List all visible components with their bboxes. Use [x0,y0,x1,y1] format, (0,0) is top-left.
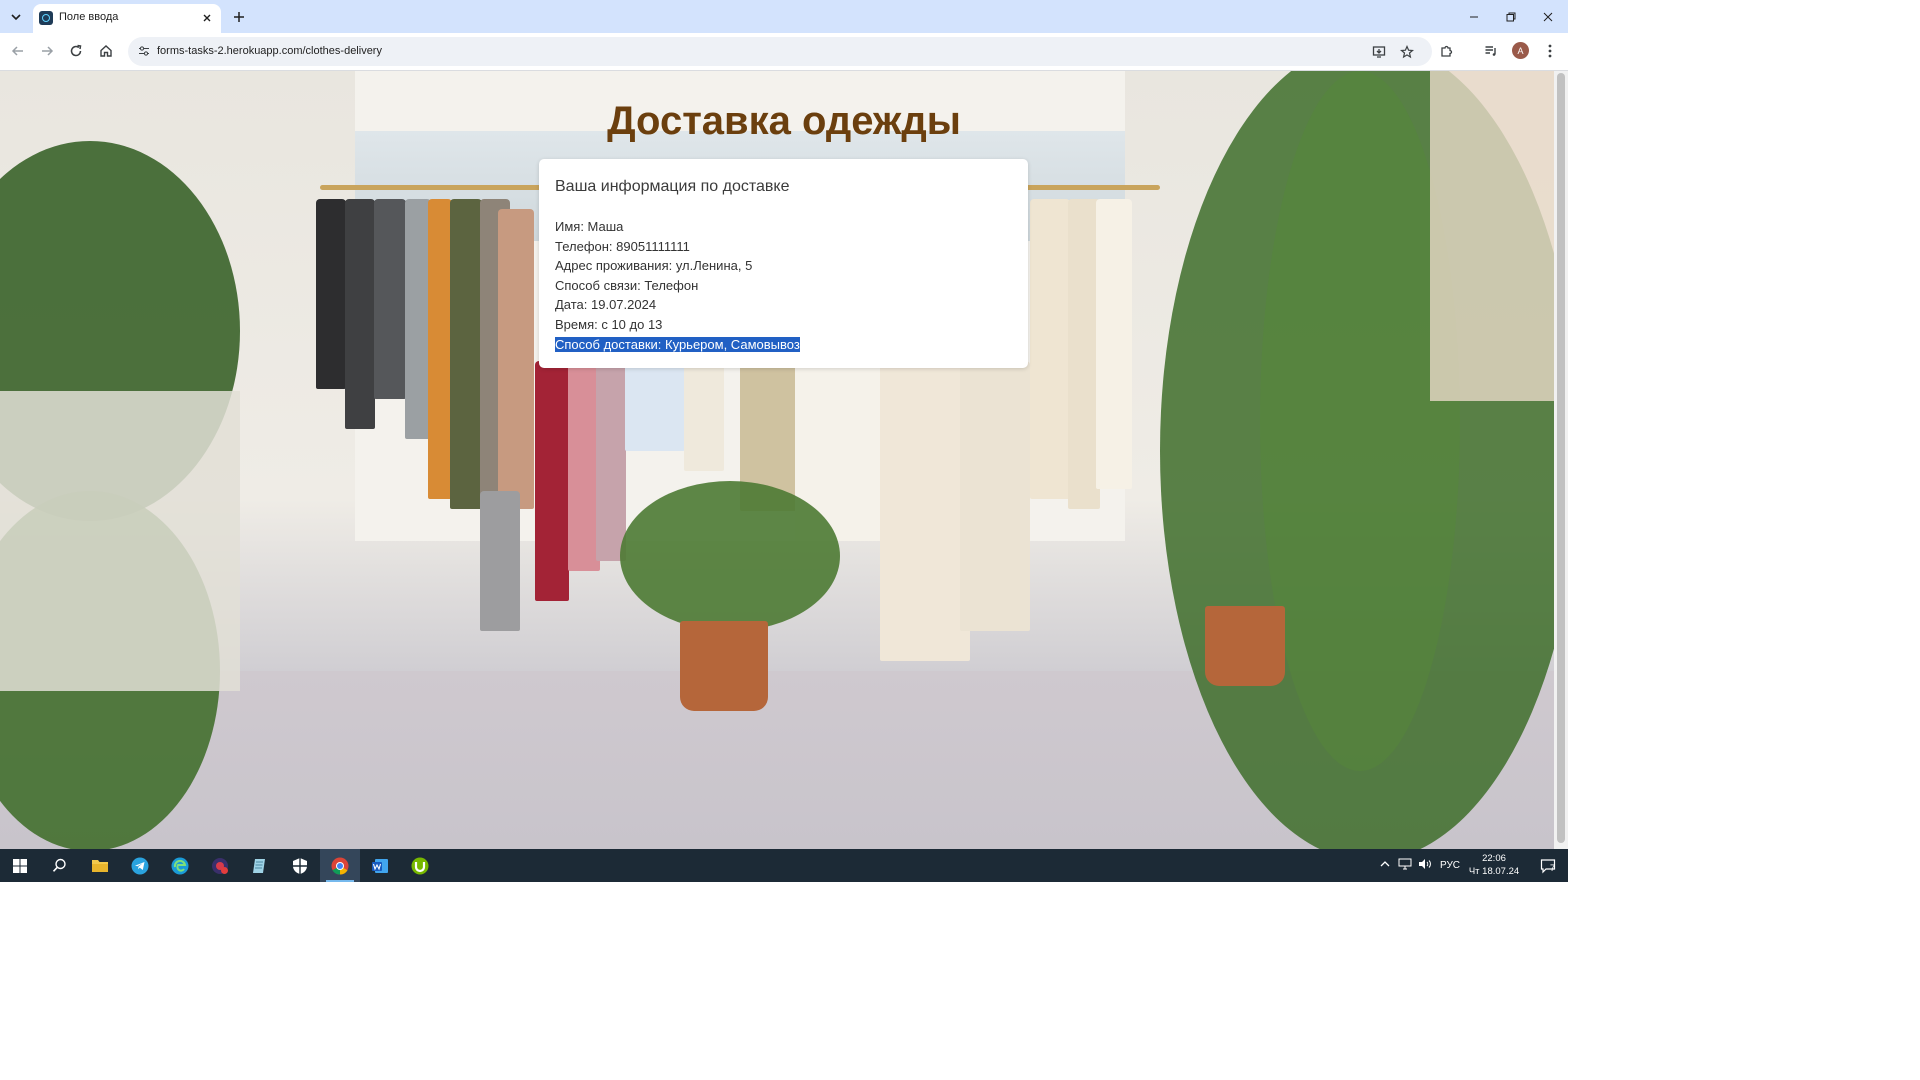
taskbar-word[interactable] [360,849,400,882]
page-heading: Доставка одежды [607,99,961,143]
volume-icon [1419,859,1431,869]
tab-title: Поле ввода [59,11,119,23]
clock-time: 22:06 [1482,853,1506,864]
info-row-address: Адрес проживания: ул.Ленина, 5 [555,258,753,274]
restore-icon [1506,12,1516,22]
browser-menu-button[interactable] [1540,41,1560,61]
delivery-info-list: Имя: Маша Телефон: 89051111111 Адрес про… [555,217,800,354]
network-button[interactable] [1398,858,1412,873]
taskbar-telegram[interactable] [120,849,160,882]
arrow-left-icon [11,46,23,56]
star-icon [1400,45,1414,59]
url-text[interactable]: forms-tasks-2.herokuapp.com/clothes-deli… [157,45,382,57]
forward-button[interactable] [37,41,57,61]
chevron-down-icon [11,14,21,21]
media-control-button[interactable] [1481,41,1501,61]
taskbar-security[interactable] [280,849,320,882]
tray-overflow-button[interactable] [1380,859,1390,872]
utorrent-icon [411,857,429,874]
windows-start-icon [13,858,27,873]
site-favicon-icon [39,11,53,25]
clock-date: Чт 18.07.24 [1468,866,1520,877]
info-row-date: Дата: 19.07.2024 [555,297,657,313]
address-bar[interactable]: forms-tasks-2.herokuapp.com/clothes-deli… [128,37,1432,66]
close-icon [203,14,211,22]
file-explorer-icon [92,860,108,872]
site-info-button[interactable] [136,43,152,59]
taskbar-search-button[interactable] [39,849,79,882]
taskbar-edge[interactable] [160,849,200,882]
info-row-time: Время: с 10 до 13 [555,316,663,332]
tab-close-button[interactable] [199,10,215,26]
card-title: Ваша информация по доставке [555,178,790,195]
reload-icon [70,44,82,57]
notepad-icon [253,858,265,873]
install-icon [1372,46,1386,58]
word-icon [372,858,388,873]
chrome-icon [331,857,349,875]
install-app-button[interactable] [1370,43,1388,61]
playlist-icon [1485,46,1496,56]
edge-icon [171,857,189,874]
home-button[interactable] [96,41,116,61]
home-icon [100,45,112,57]
info-row-delivery-method: Способ доставки: Курьером, Самовывоз [555,335,800,355]
taskbar: РУС 22:06 Чт 18.07.24 7 [0,849,1568,882]
taskbar-notepad[interactable] [240,849,280,882]
plus-icon [234,12,244,22]
delivery-info-card: Ваша информация по доставке Имя: Маша Те… [539,159,1028,368]
start-button[interactable] [0,849,40,882]
taskbar-file-explorer[interactable] [80,849,120,882]
notifications-button[interactable]: 7 [1528,849,1568,882]
volume-button[interactable] [1418,858,1432,873]
more-vertical-icon [1548,44,1552,58]
search-icon [52,858,66,872]
info-row-phone: Телефон: 89051111111 [555,238,690,254]
back-button[interactable] [8,41,28,61]
profile-avatar[interactable]: A [1512,42,1529,59]
system-tray: РУС [1380,849,1460,882]
notification-count: 7 [1550,863,1556,873]
info-row-name: Имя: Маша [555,219,624,234]
shield-icon [293,857,307,874]
page-viewport: Доставка одежды Ваша информация по доста… [0,71,1554,849]
language-indicator[interactable]: РУС [1440,860,1460,871]
reload-button[interactable] [66,41,86,61]
taskbar-clock[interactable]: 22:06 Чт 18.07.24 [1466,852,1522,878]
bookmark-button[interactable] [1398,43,1416,61]
telegram-icon [131,857,149,874]
minimize-button[interactable] [1463,6,1485,28]
arrow-right-icon [42,46,54,56]
browser-tab[interactable]: Поле ввода [33,4,221,33]
app-icon [212,857,228,874]
puzzle-icon [1441,45,1453,57]
window-close-button[interactable] [1537,6,1559,28]
tab-search-button[interactable] [6,7,26,27]
network-icon [1398,858,1412,870]
taskbar-utorrent[interactable] [400,849,440,882]
chevron-up-icon [1380,861,1390,867]
close-icon [1543,12,1553,22]
taskbar-chrome[interactable] [320,849,360,882]
scrollbar-thumb[interactable] [1557,73,1565,843]
taskbar-app[interactable] [200,849,240,882]
selected-text: Способ доставки: Курьером, Самовывоз [555,336,800,352]
tune-icon [139,46,149,56]
new-tab-button[interactable] [229,7,249,27]
info-row-contact-method: Способ связи: Телефон [555,277,699,293]
restore-button[interactable] [1500,6,1522,28]
browser-toolbar: forms-tasks-2.herokuapp.com/clothes-deli… [0,33,1568,71]
extensions-button[interactable] [1437,41,1457,61]
page-scrollbar[interactable] [1554,71,1568,849]
tab-strip: Поле ввода [0,0,1568,33]
minimize-icon [1470,16,1478,18]
